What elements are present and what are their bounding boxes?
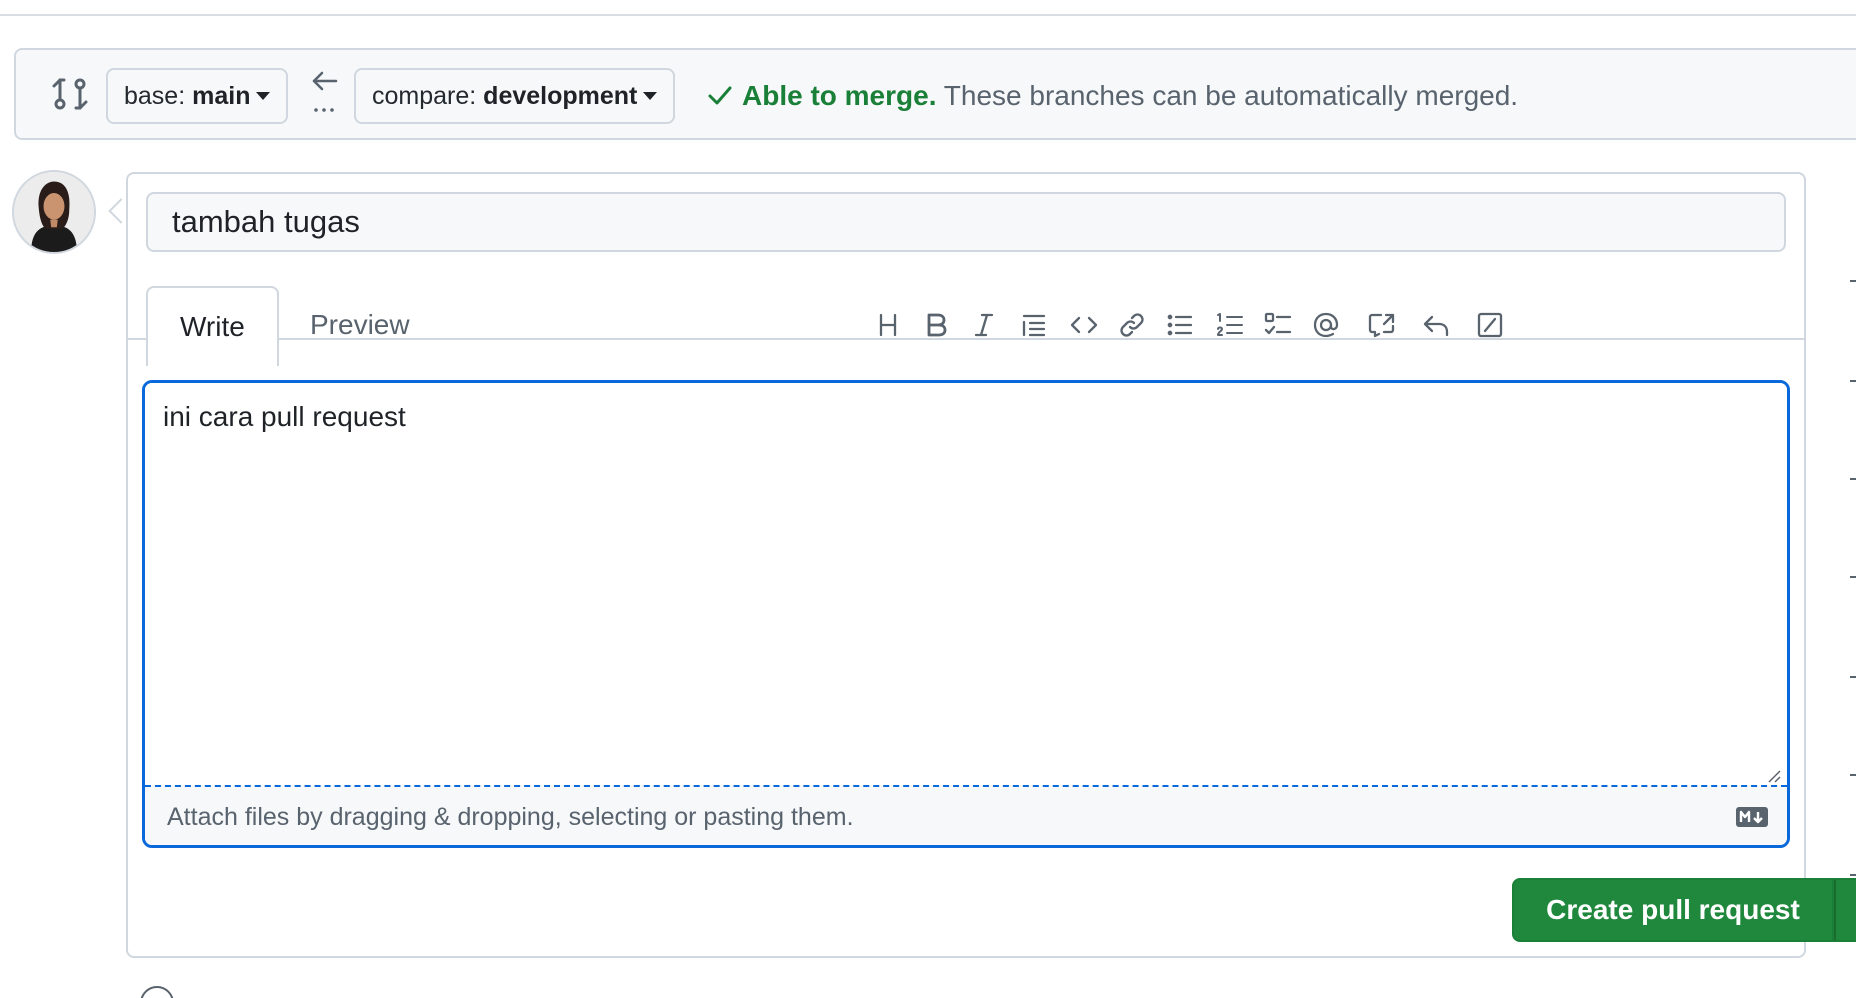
comment-body-textarea[interactable]: ini cara pull request <box>145 383 1787 785</box>
merge-status: Able to merge. These branches can be aut… <box>706 76 1518 116</box>
attach-files-bar[interactable]: Attach files by dragging & dropping, sel… <box>145 785 1787 845</box>
base-prefix: base: <box>124 82 193 110</box>
merge-ok-text: Able to merge. <box>742 80 937 111</box>
bold-icon[interactable] <box>914 300 958 350</box>
title-input[interactable] <box>146 192 1786 252</box>
create-pull-request-button[interactable]: Create pull request <box>1512 878 1834 942</box>
merge-description: These branches can be automatically merg… <box>943 80 1519 111</box>
info-icon <box>140 986 174 998</box>
chevron-down-icon <box>256 92 271 100</box>
create-pr-button-group: Create pull request <box>1512 878 1856 942</box>
base-branch-button[interactable]: base: main <box>106 68 289 124</box>
italic-icon[interactable] <box>962 300 1006 350</box>
markdown-icon[interactable] <box>1735 805 1769 829</box>
compare-prefix: compare: <box>372 82 484 110</box>
chevron-down-icon <box>643 92 658 100</box>
compare-branches-icon <box>52 78 88 110</box>
mention-icon[interactable] <box>1304 300 1348 350</box>
comment-editor: ini cara pull request Attach files by dr… <box>142 380 1790 848</box>
bulleted-list-icon[interactable] <box>1158 300 1202 350</box>
left-arrow-icon <box>306 68 346 124</box>
numbered-list-icon[interactable] <box>1208 300 1252 350</box>
compare-branch-name: development <box>483 82 638 110</box>
heading-icon[interactable] <box>866 300 910 350</box>
tab-preview[interactable]: Preview <box>278 286 442 366</box>
top-divider <box>0 14 1856 16</box>
compare-bar: base: main compare: development Able to … <box>14 48 1856 140</box>
pull-request-form: Write Preview <box>126 172 1856 958</box>
quote-icon[interactable] <box>1012 300 1056 350</box>
attach-hint: Attach files by dragging & dropping, sel… <box>167 803 854 831</box>
right-edge-markers <box>1850 280 1856 980</box>
link-icon[interactable] <box>1110 300 1154 350</box>
cross-reference-icon[interactable] <box>1360 300 1404 350</box>
task-list-icon[interactable] <box>1256 300 1300 350</box>
avatar[interactable] <box>12 170 96 254</box>
check-icon <box>708 86 732 105</box>
resize-handle-icon[interactable] <box>1765 767 1781 783</box>
reply-icon[interactable] <box>1414 300 1458 350</box>
code-icon[interactable] <box>1062 300 1106 350</box>
compare-branch-button[interactable]: compare: development <box>354 68 676 124</box>
tab-write[interactable]: Write <box>146 286 279 366</box>
base-branch-name: main <box>192 82 251 110</box>
slash-command-icon[interactable] <box>1468 300 1512 350</box>
